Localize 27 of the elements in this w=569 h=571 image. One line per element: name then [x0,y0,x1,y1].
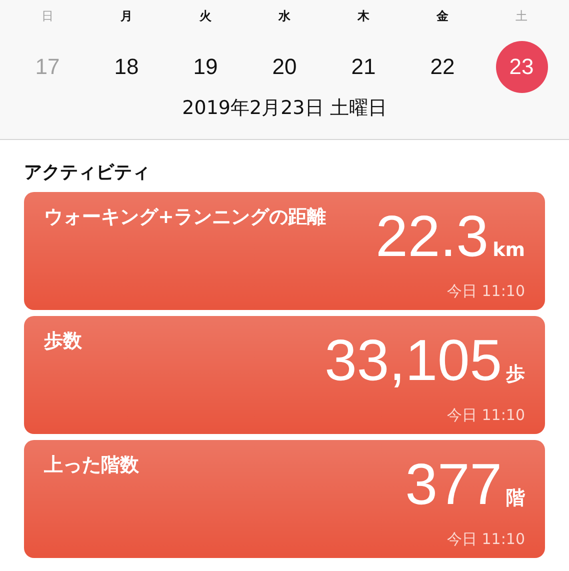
weekday-label: 金 [436,8,448,25]
selected-date: 2019年2月23日 土曜日 [181,96,388,121]
metric-value: 22.3 [376,203,489,271]
weekday-label: 土 [516,8,528,25]
timestamp: 今日 11:10 [447,282,525,301]
weekday-label: 火 [200,8,212,25]
weekday-label: 水 [278,8,290,25]
day-button[interactable]: 20 [258,41,310,93]
metric-value: 33,105 [324,327,502,395]
weekday-label: 木 [358,8,370,25]
metric-unit: km [492,239,525,261]
day-button[interactable]: 22 [416,41,468,93]
weekday-label: 日 [42,8,54,25]
card-title: 歩数 [44,329,83,354]
day-button[interactable]: 19 [180,41,232,93]
day-button[interactable]: 21 [338,41,390,93]
timestamp: 今日 11:10 [447,530,525,549]
day-button[interactable]: 18 [100,41,152,93]
timestamp: 今日 11:10 [447,406,525,425]
metric-value: 377 [405,451,502,519]
card-title: ウォーキング+ランニングの距離 [44,205,327,230]
card-title: 上った階数 [44,453,140,478]
weekday-label: 月 [120,8,132,25]
section-title: アクティビティ [24,161,151,184]
metric-unit: 歩 [506,362,525,387]
day-button[interactable]: 23 [496,41,548,93]
metric-unit: 階 [506,486,525,511]
